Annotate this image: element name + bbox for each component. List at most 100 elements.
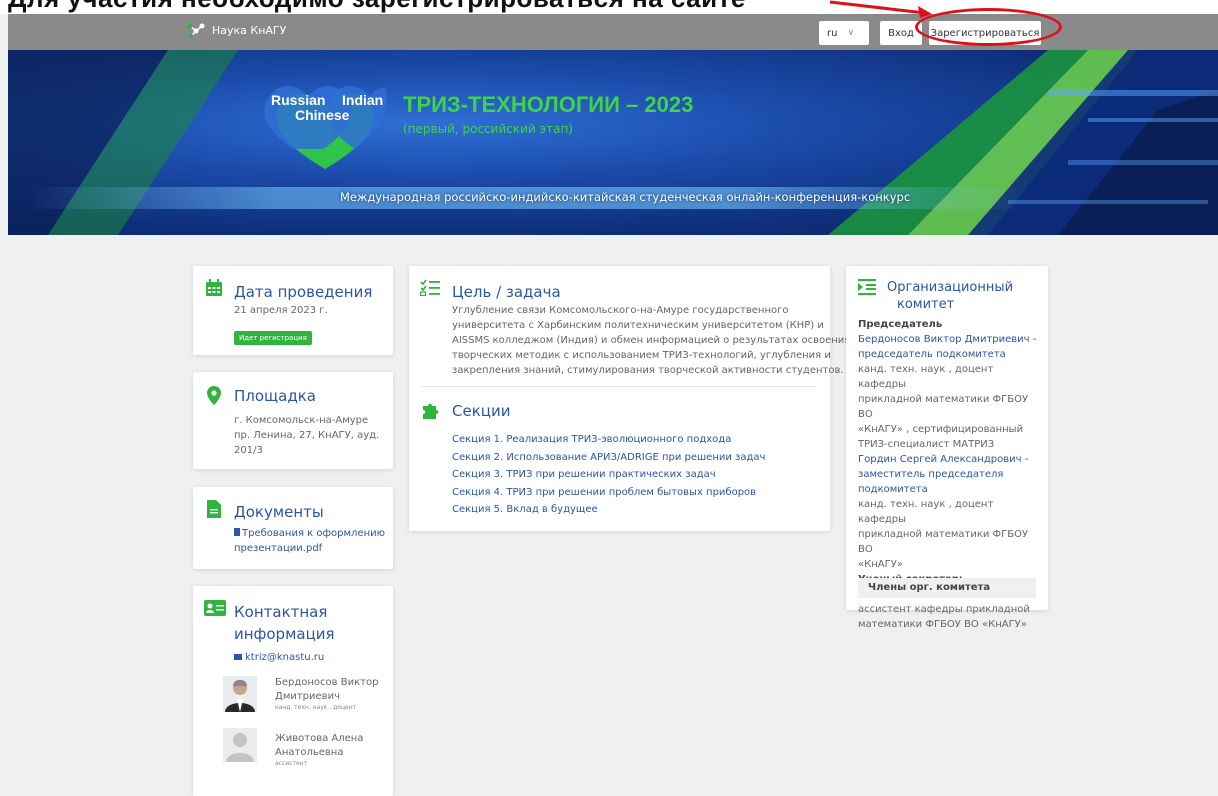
deputy-desc-line: прикладной математики ФГБОУ ВО (858, 529, 1029, 555)
section-link-2[interactable]: Секция 2. Использование АРИЗ/ADRIGE при … (452, 449, 765, 467)
language-value: ru (827, 27, 838, 39)
contact-person-1 (223, 676, 257, 716)
goal-card-title: Цель / задача (452, 283, 561, 301)
date-card-title: Дата проведения (234, 283, 373, 301)
venue-line-3: 201/3 (234, 445, 263, 456)
contact-person-2-name-line-2: Анатольевна (275, 747, 344, 758)
contact-person-2 (223, 728, 257, 766)
contact-person-2-name-line-1: Животова Алена (275, 733, 364, 744)
section-text: ТРИЗ при решении практических задач (506, 469, 716, 480)
date-card: Дата проведения 21 апреля 2023 г. Идет р… (193, 266, 393, 355)
deputy-name-line: подкомитета (858, 484, 928, 495)
contact-person-1-role: канд. техн. наук , доцент (275, 704, 357, 711)
conference-banner: Russian Indian Chinese ТРИЗ-ТЕХНОЛОГИИ –… (8, 50, 1218, 235)
documents-card-title: Документы (234, 503, 324, 521)
banner-strip-text: Международная российско-индийско-китайск… (340, 190, 911, 204)
contact-email: ktriz@knastu.ru (245, 652, 325, 663)
banner-subtitle: (первый, российский этап) (403, 122, 573, 136)
annotation-arrow-icon (829, 0, 932, 18)
section-label: Секция 1. (452, 434, 504, 445)
venue-line-2: пр. Ленина, 27, КнАГУ, ауд. (234, 430, 380, 441)
heart-label-russian: Russian (271, 92, 326, 108)
section-text: Вклад в будущее (506, 504, 598, 515)
chair-desc-line: прикладной математики ФГБОУ ВО (858, 394, 1029, 420)
deputy-name-line: заместитель председателя (858, 469, 1004, 480)
deputy-name-link[interactable]: Гордин Сергей Александрович - заместител… (858, 452, 1043, 497)
deputy-name-line: Гордин Сергей Александрович - (858, 454, 1029, 465)
document-link-line-2: презентации.pdf (234, 543, 323, 554)
divider (421, 386, 816, 387)
id-card-icon (204, 600, 226, 616)
heart-label-chinese: Chinese (295, 107, 350, 123)
annotation-text: Для участия необходимо зарегистрироватьс… (8, 0, 746, 14)
contact-card: Контактная информация ktriz@knastu.ru Бе… (193, 586, 393, 796)
goal-text-line: Углубление связи Комсомольского-на-Амуре… (452, 305, 789, 316)
puzzle-icon (423, 403, 439, 419)
org-title-line-2: комитет (897, 297, 955, 312)
document-link-line-1: Требования к оформлению (242, 528, 386, 539)
secretary-desc-line: ассистент кафедры прикладной (858, 604, 1030, 615)
brand-logo-icon (187, 23, 205, 38)
section-text: Использование АРИЗ/ADRIGE при решении за… (506, 451, 766, 463)
registration-status-badge: Идет регистрация (234, 331, 312, 345)
brand-name: Наука КнАГУ (212, 23, 287, 37)
committee-members-tab[interactable]: Члены орг. комитета (858, 578, 1036, 598)
file-icon (234, 528, 240, 536)
event-date: 21 апреля 2023 г. (234, 305, 328, 316)
deputy-desc-line: «КнАГУ» (858, 559, 903, 570)
chevron-down-icon: ∨ (847, 28, 855, 38)
goal-text: Углубление связи Комсомольского-на-Амуре… (452, 303, 850, 378)
section-label: Секция 4. (452, 486, 504, 498)
chair-desc-line: «КнАГУ» , сертифицированный (858, 424, 1024, 435)
contact-person-1-name-line-1: Бердоносов Виктор (275, 677, 379, 688)
document-icon (207, 500, 221, 518)
section-text: Реализация ТРИЗ-эволюционного подхода (506, 434, 732, 445)
avatar (223, 676, 257, 712)
org-committee-card: Организационный комитет Председатель Бер… (846, 266, 1048, 630)
contact-card-title-line-1: Контактная (234, 603, 328, 621)
calendar-icon (206, 279, 222, 296)
section-link-4[interactable]: Секция 4. ТРИЗ при решении проблем бытов… (452, 484, 765, 502)
chair-name-line: председатель подкомитета (858, 349, 1006, 360)
envelope-icon (234, 654, 242, 660)
chair-name-link[interactable]: Бердоносов Виктор Дмитриевич - председат… (858, 332, 1043, 362)
chair-desc-line: ТРИЗ-специалист МАТРИЗ (858, 439, 995, 450)
chair-desc-line: канд. техн. наук , доцент кафедры (858, 364, 994, 390)
heart-label-indian: Indian (342, 92, 384, 108)
section-label: Секция 5. (452, 504, 504, 515)
avatar-placeholder-icon (223, 728, 257, 762)
section-label: Секция 3. (452, 469, 504, 480)
deputy-desc-line: канд. техн. наук , доцент кафедры (858, 499, 994, 525)
section-text: ТРИЗ при решении проблем бытовых приборо… (506, 486, 757, 498)
goal-card: Цель / задача Углубление связи Комсомоль… (409, 266, 850, 531)
section-link-5[interactable]: Секция 5. Вклад в будущее (452, 501, 765, 519)
map-pin-icon (207, 386, 221, 405)
heart-logo-icon (264, 85, 387, 169)
venue-card-title: Площадка (234, 387, 316, 405)
venue-line-1: г. Комсомольск-на-Амуре (234, 415, 369, 426)
chair-name-line: Бердоносов Виктор Дмитриевич - (858, 334, 1037, 345)
goal-text-line: университета с Харбинским политехнически… (452, 320, 824, 331)
contact-person-1-name-line-2: Дмитриевич (275, 691, 340, 702)
sections-title: Секции (452, 402, 511, 420)
venue-card: Площадка г. Комсомольск-на-Амуре пр. Лен… (193, 372, 393, 469)
task-list-icon (420, 279, 440, 296)
contact-email-link[interactable]: ktriz@knastu.ru (234, 650, 324, 665)
brand[interactable]: Наука КнАГУ (186, 22, 286, 38)
section-link-1[interactable]: Секция 1. Реализация ТРИЗ-эволюционного … (452, 431, 765, 449)
language-select[interactable]: ru ∨ (819, 21, 869, 45)
document-link[interactable]: Требования к оформлению презентации.pdf (234, 526, 385, 556)
section-link-3[interactable]: Секция 3. ТРИЗ при решении практических … (452, 466, 765, 484)
contact-person-2-role: ассистент (275, 760, 308, 767)
goal-text-line: закрепления знаний, стимулирования творч… (452, 365, 844, 376)
documents-card: Документы Требования к оформлению презен… (193, 487, 393, 569)
list-indent-icon (858, 279, 876, 295)
org-title-line-1: Организационный (887, 280, 1014, 295)
sections-list: Секция 1. Реализация ТРИЗ-эволюционного … (452, 431, 765, 519)
chair-heading: Председатель (858, 319, 943, 330)
section-label: Секция 2. (452, 451, 504, 463)
secretary-desc-line: математики ФГБОУ ВО «КнАГУ» (858, 619, 1027, 630)
banner-title: ТРИЗ-ТЕХНОЛОГИИ – 2023 (403, 92, 694, 117)
goal-text-line: творческих методик с использованием ТРИЗ… (452, 350, 831, 361)
contact-card-title-line-2: информация (234, 625, 335, 643)
